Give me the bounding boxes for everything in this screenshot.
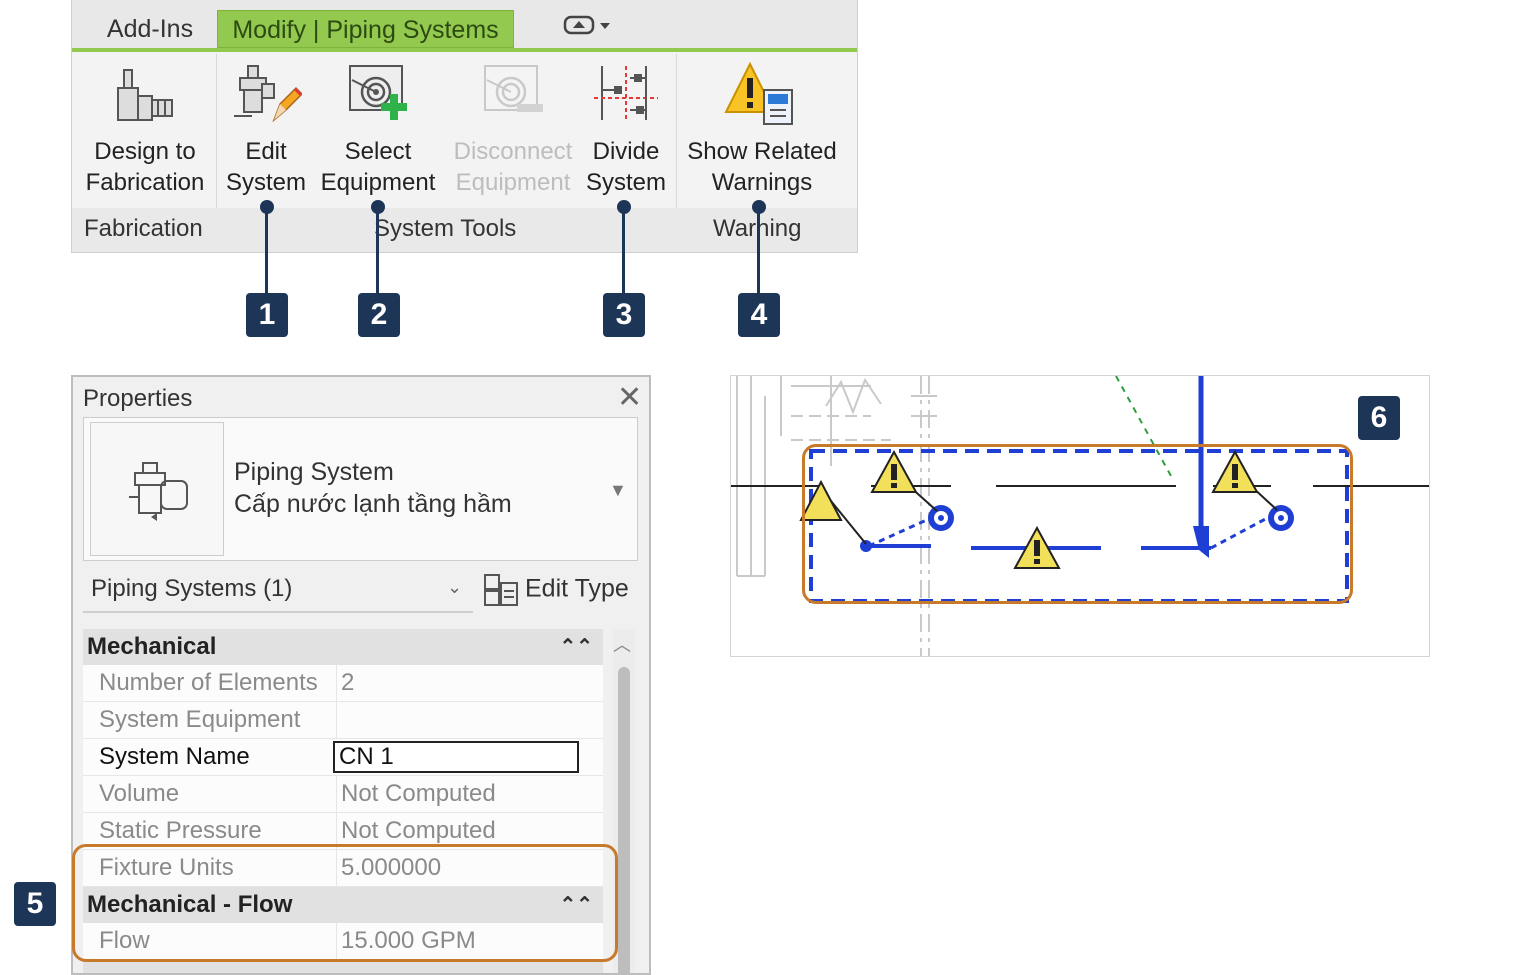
edit-system-label-2: System [225, 169, 306, 196]
system-name-input[interactable] [333, 741, 579, 773]
scrollbar-thumb[interactable] [618, 667, 630, 973]
select-equipment-label-1: Select [344, 138, 412, 165]
property-row[interactable]: Volume Not Computed [83, 776, 603, 813]
show-related-warnings-label-2: Warnings [711, 169, 813, 196]
edit-type-label: Edit Type [525, 574, 629, 603]
type-name: Cấp nước lạnh tầng hầm [234, 490, 512, 518]
property-row[interactable]: System Name [83, 739, 603, 776]
chevron-down-icon: ⌄ [447, 577, 463, 597]
callout-badge-6: 6 [1358, 396, 1400, 440]
instance-filter-label: Piping Systems (1) [91, 575, 293, 602]
property-row[interactable]: Number of Elements 2 [83, 665, 603, 702]
callout-badge-5: 5 [14, 882, 56, 926]
warning-icon [724, 61, 793, 125]
disconnect-equipment-icon [484, 65, 543, 112]
chevron-up-icon[interactable]: ︿ [613, 631, 631, 657]
highlight-box-flow-properties [72, 844, 618, 962]
ribbon-minimize-dropdown[interactable] [552, 10, 622, 48]
divide-system-label-1: Divide [592, 138, 660, 165]
edit-type-icon [484, 574, 518, 606]
property-row[interactable]: System Equipment [83, 702, 603, 739]
ribbon-accent-line [72, 48, 857, 52]
property-value: 2 [336, 665, 354, 701]
panel-label-fabrication: Fabrication [84, 215, 203, 242]
callout-leader-line [376, 207, 379, 293]
property-name: Number of Elements [99, 669, 318, 696]
ribbon: Add-Ins Modify | Piping Systems Design t… [71, 0, 858, 253]
group-title: Mechanical [87, 633, 217, 660]
edit-type-button[interactable]: Edit Type [483, 573, 629, 607]
divide-system-button[interactable]: Divide System [584, 60, 668, 198]
property-name: System Equipment [99, 706, 301, 733]
edit-system-icon [234, 65, 302, 123]
group-header-mechanical[interactable]: Mechanical ⌃⌃ [83, 629, 603, 665]
properties-title: Properties [83, 385, 193, 412]
edit-system-label-1: Edit [245, 138, 287, 165]
callout-badge-2: 2 [358, 293, 400, 337]
design-to-fabrication-label-1: Design to [94, 138, 196, 165]
callout-badge-1: 1 [246, 293, 288, 337]
edit-system-button[interactable]: Edit System [224, 60, 308, 198]
collapse-icon[interactable]: ⌃⌃ [559, 629, 593, 665]
design-to-fabrication-button[interactable]: Design to Fabrication [80, 60, 210, 198]
callout-leader-line [757, 207, 760, 293]
property-name: Volume [99, 780, 180, 807]
tab-modify-piping-systems[interactable]: Modify | Piping Systems [217, 10, 514, 48]
disconnect-equipment-label-2: Equipment [455, 169, 571, 196]
type-family-name: Piping System [234, 458, 394, 486]
close-icon[interactable]: ✕ [617, 383, 642, 413]
group-header-partial[interactable] [83, 960, 603, 973]
type-selector[interactable]: Piping System Cấp nước lạnh tầng hầm ▼ [83, 417, 638, 561]
callout-badge-4: 4 [738, 293, 780, 337]
property-name: System Name [99, 743, 250, 770]
callout-badge-3: 3 [603, 293, 645, 337]
fabrication-parts-icon [117, 69, 173, 121]
disconnect-equipment-button[interactable]: Disconnect Equipment [450, 60, 576, 198]
callout-leader-line [622, 207, 625, 293]
disconnect-equipment-label-1: Disconnect [453, 138, 573, 165]
divide-system-label-2: System [585, 169, 666, 196]
chevron-down-icon[interactable]: ▼ [609, 480, 627, 501]
show-related-warnings-button[interactable]: Show Related Warnings [684, 60, 840, 198]
divide-system-icon [594, 66, 658, 120]
property-value [336, 702, 341, 738]
property-value: Not Computed [336, 776, 496, 812]
panel-toggle-icon [563, 15, 610, 35]
callout-leader-line [265, 207, 268, 293]
highlight-box-selected-system [802, 444, 1353, 604]
design-to-fabrication-label-2: Fabrication [85, 169, 205, 196]
instance-filter-dropdown[interactable]: Piping Systems (1) ⌄ [83, 567, 473, 613]
show-related-warnings-label-1: Show Related [687, 138, 837, 165]
tab-add-ins[interactable]: Add-Ins [90, 10, 210, 48]
piping-system-type-icon [90, 422, 224, 556]
select-equipment-label-2: Equipment [320, 169, 436, 196]
panel-label-system-tools: System Tools [374, 215, 517, 242]
select-equipment-button[interactable]: Select Equipment [316, 60, 440, 198]
select-equipment-icon [349, 65, 407, 120]
ribbon-tab-bar: Add-Ins Modify | Piping Systems [72, 0, 857, 50]
